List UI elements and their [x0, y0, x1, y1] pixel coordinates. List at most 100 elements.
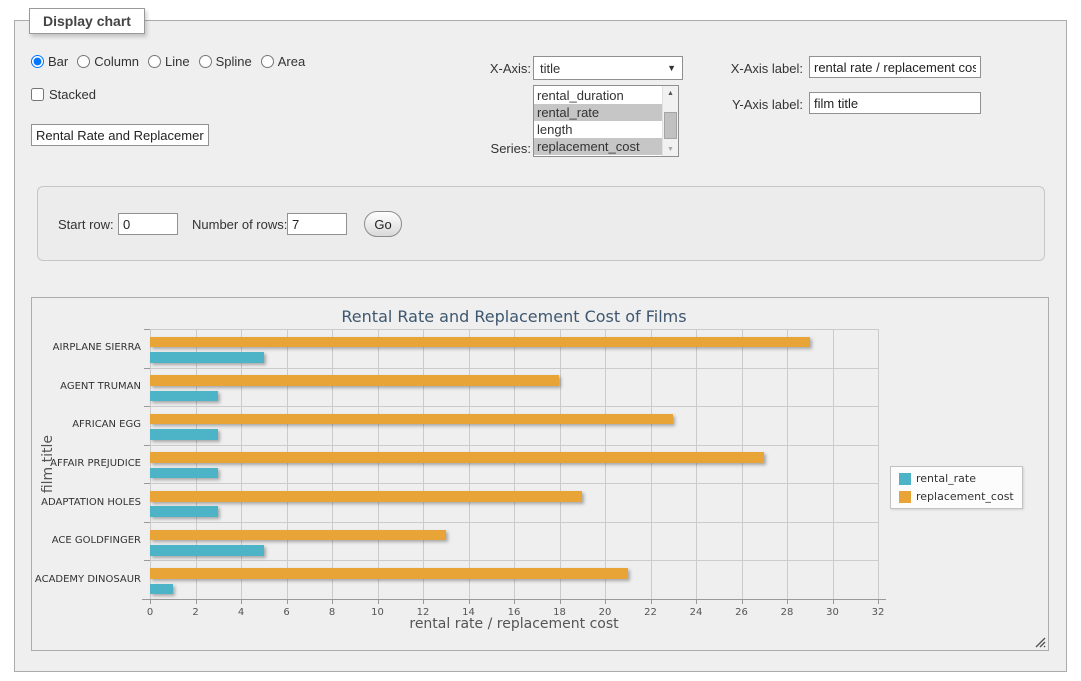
bar-rental_rate-4[interactable]: [150, 468, 218, 479]
gridline-horizontal: [150, 483, 878, 484]
y-axis-tick: [144, 560, 150, 561]
x-axis-tick: [241, 600, 242, 604]
number-of-rows-caption: Number of rows:: [192, 217, 287, 232]
y-axis-label-caption: Y-Axis label:: [717, 97, 803, 112]
category-label: AIRPLANE SIERRA: [1, 342, 141, 354]
gridline-vertical: [878, 329, 879, 599]
gridline-vertical: [196, 329, 197, 599]
bar-replacement_cost-1[interactable]: [150, 337, 810, 348]
category-label: AGENT TRUMAN: [1, 381, 141, 393]
bar-replacement_cost-7[interactable]: [150, 568, 628, 579]
chart-container: Rental Rate and Replacement Cost of Film…: [31, 297, 1049, 651]
x-axis-tick: [605, 600, 606, 604]
x-axis-tick: [560, 600, 561, 604]
series-caption: Series:: [443, 141, 531, 156]
legend-label: rental_rate: [916, 472, 976, 485]
bar-rental_rate-6[interactable]: [150, 545, 264, 556]
chart-type-label: Spline: [216, 54, 252, 69]
chart-type-radio-line[interactable]: [148, 55, 161, 68]
bar-replacement_cost-5[interactable]: [150, 491, 582, 502]
series-option-rental_duration[interactable]: rental_duration: [534, 87, 663, 104]
category-label: ACADEMY DINOSAUR: [1, 574, 141, 586]
start-row-input[interactable]: [118, 213, 178, 235]
gridline-vertical: [469, 329, 470, 599]
x-axis-label-caption: X-Axis label:: [717, 61, 803, 76]
x-axis-tick: [469, 600, 470, 604]
display-chart-fieldset: Display chart BarColumnLineSplineArea St…: [14, 20, 1067, 672]
bar-rental_rate-7[interactable]: [150, 584, 173, 595]
bar-replacement_cost-6[interactable]: [150, 530, 446, 541]
bar-rental_rate-3[interactable]: [150, 429, 218, 440]
chart-type-radio-area[interactable]: [261, 55, 274, 68]
x-axis-tick: [378, 600, 379, 604]
bar-replacement_cost-3[interactable]: [150, 414, 673, 425]
series-multiselect[interactable]: rental_durationrental_ratelengthreplacem…: [533, 85, 679, 157]
gridline-horizontal: [150, 522, 878, 523]
x-axis-tick: [833, 600, 834, 604]
number-of-rows-input[interactable]: [287, 213, 347, 235]
chart-type-option-line: Line: [148, 54, 190, 69]
chart-type-label: Column: [94, 54, 139, 69]
y-axis-tick: [144, 483, 150, 484]
y-axis-tick: [144, 329, 150, 330]
gridline-horizontal: [150, 560, 878, 561]
stacked-label: Stacked: [49, 87, 96, 102]
series-option-length[interactable]: length: [534, 121, 663, 138]
series-option-rental_rate[interactable]: rental_rate: [534, 104, 663, 121]
bar-replacement_cost-4[interactable]: [150, 452, 764, 463]
chart-type-radio-column[interactable]: [77, 55, 90, 68]
y-axis-tick: [144, 406, 150, 407]
row-range-panel: Start row: Number of rows: Go: [37, 186, 1045, 261]
chevron-down-icon: ▼: [667, 63, 676, 73]
scrollbar-thumb[interactable]: [664, 112, 677, 139]
bar-rental_rate-5[interactable]: [150, 506, 218, 517]
scroll-down-icon[interactable]: ▼: [663, 142, 678, 156]
chart-type-label: Line: [165, 54, 190, 69]
go-button[interactable]: Go: [364, 211, 402, 237]
x-axis-tick: [150, 600, 151, 604]
category-label: ADAPTATION HOLES: [1, 497, 141, 509]
gridline-horizontal: [150, 368, 878, 369]
start-row-caption: Start row:: [58, 217, 114, 232]
gridline-vertical: [150, 329, 151, 599]
resize-grip-icon[interactable]: [1033, 635, 1046, 648]
x-axis-title: rental rate / replacement cost: [150, 616, 878, 632]
stacked-checkbox[interactable]: [31, 88, 44, 101]
x-axis-select[interactable]: title ▼: [533, 56, 683, 80]
x-axis-tick: [196, 600, 197, 604]
chart-type-radio-bar[interactable]: [31, 55, 44, 68]
legend-swatch: [899, 491, 911, 503]
series-scrollbar[interactable]: ▲ ▼: [662, 86, 678, 156]
y-axis-label-input[interactable]: [809, 92, 981, 114]
bar-replacement_cost-2[interactable]: [150, 375, 559, 386]
y-axis-tick: [144, 445, 150, 446]
x-axis-label-input[interactable]: [809, 56, 981, 78]
bar-rental_rate-1[interactable]: [150, 352, 264, 363]
series-options: rental_durationrental_ratelengthreplacem…: [534, 87, 663, 156]
gridline-horizontal: [150, 445, 878, 446]
bar-rental_rate-2[interactable]: [150, 391, 218, 402]
chart-title: Rental Rate and Replacement Cost of Film…: [150, 307, 878, 326]
chart-title-input[interactable]: [31, 124, 209, 146]
gridline-vertical: [651, 329, 652, 599]
chart-type-option-column: Column: [77, 54, 139, 69]
x-axis-tick: [878, 600, 879, 604]
chart-type-option-spline: Spline: [199, 54, 252, 69]
series-option-replacement_cost[interactable]: replacement_cost: [534, 138, 663, 155]
gridline-vertical: [332, 329, 333, 599]
y-axis-tick: [144, 368, 150, 369]
x-axis-tick: [332, 600, 333, 604]
gridline-horizontal: [150, 329, 878, 330]
chart-type-label: Area: [278, 54, 305, 69]
scroll-up-icon[interactable]: ▲: [663, 86, 678, 100]
y-axis-tick: [144, 522, 150, 523]
legend-item-replacement_cost[interactable]: replacement_cost: [899, 490, 1014, 503]
x-axis-tick: [742, 600, 743, 604]
gridline-vertical: [696, 329, 697, 599]
gridline-vertical: [560, 329, 561, 599]
legend-item-rental_rate[interactable]: rental_rate: [899, 472, 1014, 485]
chart-type-radio-spline[interactable]: [199, 55, 212, 68]
gridline-vertical: [833, 329, 834, 599]
gridline-vertical: [605, 329, 606, 599]
chart-type-label: Bar: [48, 54, 68, 69]
